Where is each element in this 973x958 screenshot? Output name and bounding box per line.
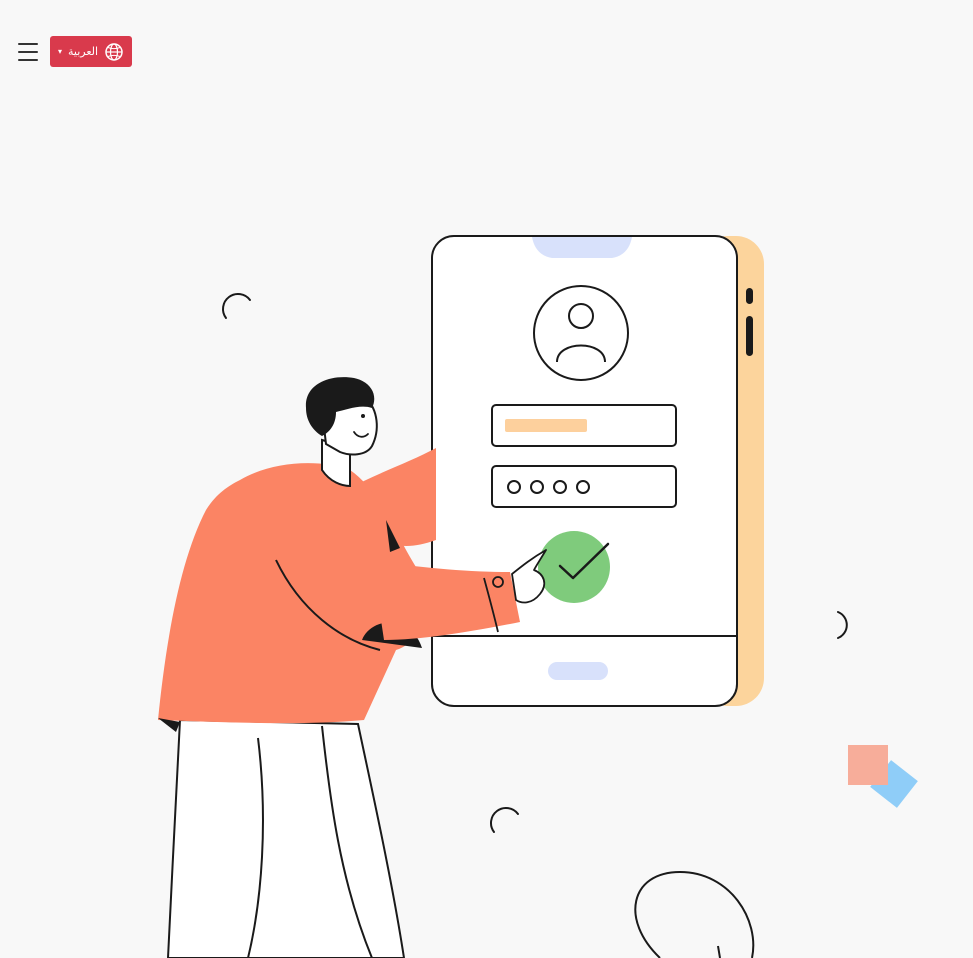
check-badge-icon — [538, 531, 610, 603]
decor-arc-right — [837, 611, 848, 639]
language-selector-button[interactable]: ▾ العربية — [50, 36, 133, 67]
chevron-down-icon: ▾ — [58, 46, 63, 56]
avatar-icon — [533, 285, 629, 381]
page: ▾ العربية — [0, 0, 973, 958]
language-globe-icon — [105, 42, 123, 61]
phone-button-top — [746, 288, 753, 304]
phone-home-pill — [548, 662, 608, 680]
person-pants — [166, 718, 406, 958]
language-label: العربية — [68, 45, 99, 58]
decor-square-salmon — [848, 745, 888, 785]
decor-arc-top-left — [222, 293, 251, 319]
phone-notch — [532, 237, 632, 258]
hamburger-menu-icon[interactable] — [18, 42, 38, 61]
top-bar: ▾ العربية — [18, 36, 133, 67]
login-verification-illustration — [158, 235, 918, 958]
phone-button-long — [746, 316, 753, 356]
decor-arc-bottom — [490, 807, 519, 833]
decor-leaf — [634, 870, 755, 958]
